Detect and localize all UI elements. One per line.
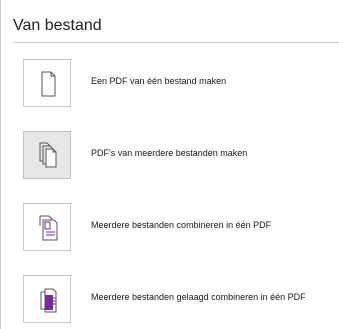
panel-left-border — [0, 0, 1, 329]
option-label: Een PDF van één bestand maken — [91, 76, 227, 86]
option-label: Meerdere bestanden combineren in één PDF — [91, 220, 272, 230]
combine-files-icon — [39, 215, 58, 241]
title-divider — [13, 42, 339, 43]
option-label: PDF's van meerdere bestanden maken — [91, 148, 248, 158]
section-title: Van bestand — [13, 17, 102, 34]
option-tile[interactable] — [23, 275, 71, 323]
option-tile[interactable] — [23, 59, 71, 107]
option-label: Meerdere bestanden gelaagd combineren in… — [91, 292, 306, 302]
option-single-pdf[interactable]: Een PDF van één bestand maken — [23, 59, 339, 109]
layered-combine-icon — [40, 288, 57, 313]
option-multiple-pdfs[interactable]: PDF's van meerdere bestanden maken — [23, 131, 339, 181]
multiple-pages-icon — [39, 142, 57, 168]
option-layered-combine[interactable]: Meerdere bestanden gelaagd combineren in… — [23, 275, 339, 325]
option-tile[interactable] — [23, 203, 71, 251]
option-combine-files[interactable]: Meerdere bestanden combineren in één PDF — [23, 203, 339, 253]
single-page-icon — [41, 71, 56, 97]
option-tile[interactable] — [23, 131, 71, 179]
